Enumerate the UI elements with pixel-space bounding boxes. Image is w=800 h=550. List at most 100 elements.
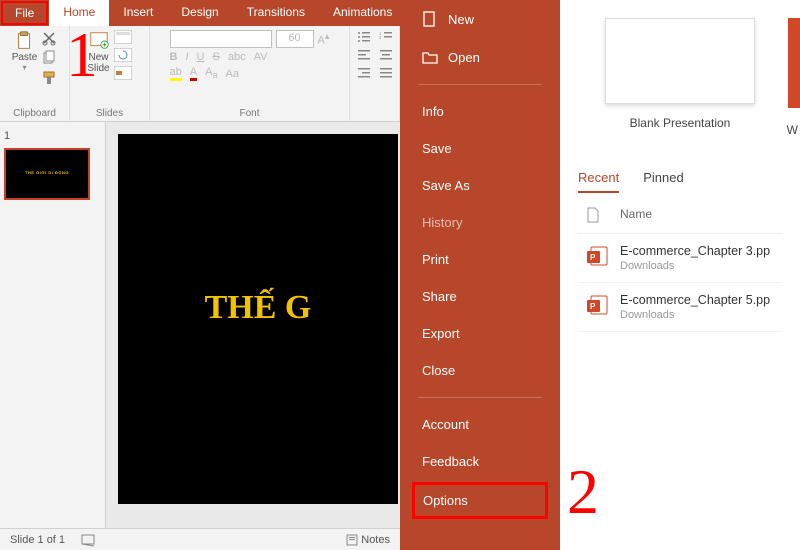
tab-home[interactable]: Home <box>49 0 109 26</box>
tab-transitions[interactable]: Transitions <box>233 0 319 26</box>
group-font: 60 A▴ B I U S abc AV ab A Aa Aa <box>150 26 350 121</box>
reset-icon[interactable] <box>114 48 132 62</box>
bs-history[interactable]: History <box>400 204 560 241</box>
open-icon <box>422 49 438 65</box>
col-name: Name <box>620 207 652 223</box>
char-spacing-button[interactable]: AV <box>254 51 268 63</box>
group-clipboard: Paste ▾ Clipboard <box>0 26 70 121</box>
align-center-icon[interactable] <box>379 48 393 62</box>
bs-print-label: Print <box>422 252 449 267</box>
bs-options[interactable]: Options <box>412 482 548 519</box>
file-name: E-commerce_Chapter 3.pp <box>620 244 774 258</box>
section-icon[interactable] <box>114 66 132 80</box>
bs-feedback[interactable]: Feedback <box>400 443 560 480</box>
slide-canvas[interactable]: THẾ G <box>106 122 400 528</box>
tab-file[interactable]: File <box>1 1 48 25</box>
new-slide-label: New Slide <box>87 52 109 74</box>
numbering-icon[interactable]: 12 <box>379 30 393 44</box>
case-button[interactable]: Aa <box>226 68 239 80</box>
bold-button[interactable]: B <box>170 51 178 63</box>
svg-text:2: 2 <box>379 35 382 40</box>
bs-save[interactable]: Save <box>400 130 560 167</box>
slide-thumbnail[interactable]: THẾ GIỚI DI ĐỘNG <box>4 148 90 200</box>
slide[interactable]: THẾ G <box>118 134 398 504</box>
bs-close[interactable]: Close <box>400 352 560 389</box>
font-size-select[interactable]: 60 <box>276 30 314 48</box>
partial-template-thumb[interactable] <box>788 18 800 108</box>
file-row[interactable]: P E-commerce_Chapter 3.pp Downloads <box>578 234 782 283</box>
file-meta: E-commerce_Chapter 3.pp Downloads <box>620 244 774 272</box>
editor-view: File Home Insert Design Transitions Anim… <box>0 0 400 550</box>
bullets-icon[interactable] <box>357 30 371 44</box>
justify-icon[interactable] <box>379 66 393 80</box>
cut-icon[interactable] <box>41 30 57 46</box>
italic-button[interactable]: I <box>185 51 188 63</box>
group-slides: New Slide Slides <box>70 26 150 121</box>
font-family-select[interactable] <box>170 30 272 48</box>
strike-button[interactable]: S <box>212 51 219 63</box>
bs-feedback-label: Feedback <box>422 454 479 469</box>
bs-export[interactable]: Export <box>400 315 560 352</box>
ribbon-tabs: File Home Insert Design Transitions Anim… <box>0 0 400 26</box>
font-color-button[interactable]: A <box>190 66 197 81</box>
tab-insert[interactable]: Insert <box>109 0 167 26</box>
bs-saveas[interactable]: Save As <box>400 167 560 204</box>
notes-icon[interactable]: Notes <box>346 534 390 546</box>
bs-open[interactable]: Open <box>400 38 560 76</box>
bs-export-label: Export <box>422 326 460 341</box>
status-bar: Slide 1 of 1 Notes <box>0 528 400 550</box>
clear-format-button[interactable]: Aa <box>205 66 217 80</box>
backstage-view: New Open Info Save Save As History Print… <box>400 0 800 550</box>
tab-recent[interactable]: Recent <box>578 170 619 193</box>
bs-account[interactable]: Account <box>400 406 560 443</box>
layout-icon[interactable] <box>114 30 132 44</box>
separator <box>418 397 542 398</box>
file-location: Downloads <box>620 260 774 272</box>
bs-print[interactable]: Print <box>400 241 560 278</box>
paste-button[interactable]: Paste ▾ <box>12 30 38 86</box>
powerpoint-icon: P <box>586 244 620 268</box>
align-right-icon[interactable] <box>357 66 371 80</box>
group-slides-label: Slides <box>96 108 123 119</box>
bs-saveas-label: Save As <box>422 178 470 193</box>
shadow-button[interactable]: abc <box>228 51 246 63</box>
slide-title-text: THẾ G <box>205 289 312 327</box>
ribbon: Paste ▾ Clipboard New Slide <box>0 26 400 122</box>
file-name: E-commerce_Chapter 5.pp <box>620 293 774 307</box>
file-location: Downloads <box>620 309 774 321</box>
spellcheck-icon[interactable] <box>81 533 95 547</box>
tab-design[interactable]: Design <box>167 0 232 26</box>
slide-counter: Slide 1 of 1 <box>10 534 65 546</box>
increase-font-icon[interactable]: A▴ <box>318 31 330 47</box>
svg-text:P: P <box>590 302 596 311</box>
blank-presentation-thumb[interactable] <box>605 18 755 104</box>
thumb-number: 1 <box>4 130 10 142</box>
col-header: Name <box>578 193 782 234</box>
workspace: 1 THẾ GIỚI DI ĐỘNG THẾ G <box>0 122 400 528</box>
clip-stack <box>41 30 57 86</box>
bs-new-label: New <box>448 12 474 27</box>
backstage-main: Blank Presentation Recent Pinned Name P … <box>560 0 800 550</box>
recent-tabs: Recent Pinned <box>578 170 782 193</box>
bs-share[interactable]: Share <box>400 278 560 315</box>
align-left-icon[interactable] <box>357 48 371 62</box>
bs-save-label: Save <box>422 141 452 156</box>
group-font-label: Font <box>239 108 259 119</box>
bs-new[interactable]: New <box>400 0 560 38</box>
copy-icon[interactable] <box>41 50 57 66</box>
tab-animations[interactable]: Animations <box>319 0 406 26</box>
file-meta: E-commerce_Chapter 5.pp Downloads <box>620 293 774 321</box>
highlight-button[interactable]: ab <box>170 66 182 81</box>
partial-template-label: W <box>787 123 798 137</box>
thumbnail-panel[interactable]: 1 THẾ GIỚI DI ĐỘNG <box>0 122 106 528</box>
new-slide-button[interactable]: New Slide <box>87 30 109 80</box>
underline-button[interactable]: U <box>197 51 205 63</box>
bs-history-label: History <box>422 215 462 230</box>
powerpoint-icon: P <box>586 293 620 317</box>
format-painter-icon[interactable] <box>41 70 57 86</box>
bs-info[interactable]: Info <box>400 93 560 130</box>
file-row[interactable]: P E-commerce_Chapter 5.pp Downloads <box>578 283 782 332</box>
group-clipboard-label: Clipboard <box>13 108 56 119</box>
tab-pinned[interactable]: Pinned <box>643 170 683 193</box>
clipboard-icon <box>13 30 35 52</box>
